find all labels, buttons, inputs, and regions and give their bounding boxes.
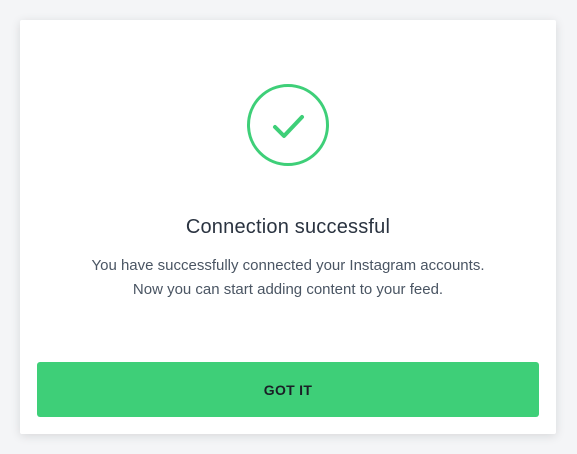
dialog-message-line-1: You have successfully connected your Ins… <box>91 257 485 274</box>
dialog-message-line-2: Now you can start adding content to your… <box>132 281 444 298</box>
dialog-title: Connection successful <box>185 216 391 238</box>
dialog-message: You have successfully connected your Ins… <box>20 254 556 302</box>
check-circle-icon <box>246 83 330 167</box>
success-dialog: Connection successful You have successfu… <box>20 20 556 434</box>
got-it-button[interactable]: GOT IT <box>37 362 539 417</box>
